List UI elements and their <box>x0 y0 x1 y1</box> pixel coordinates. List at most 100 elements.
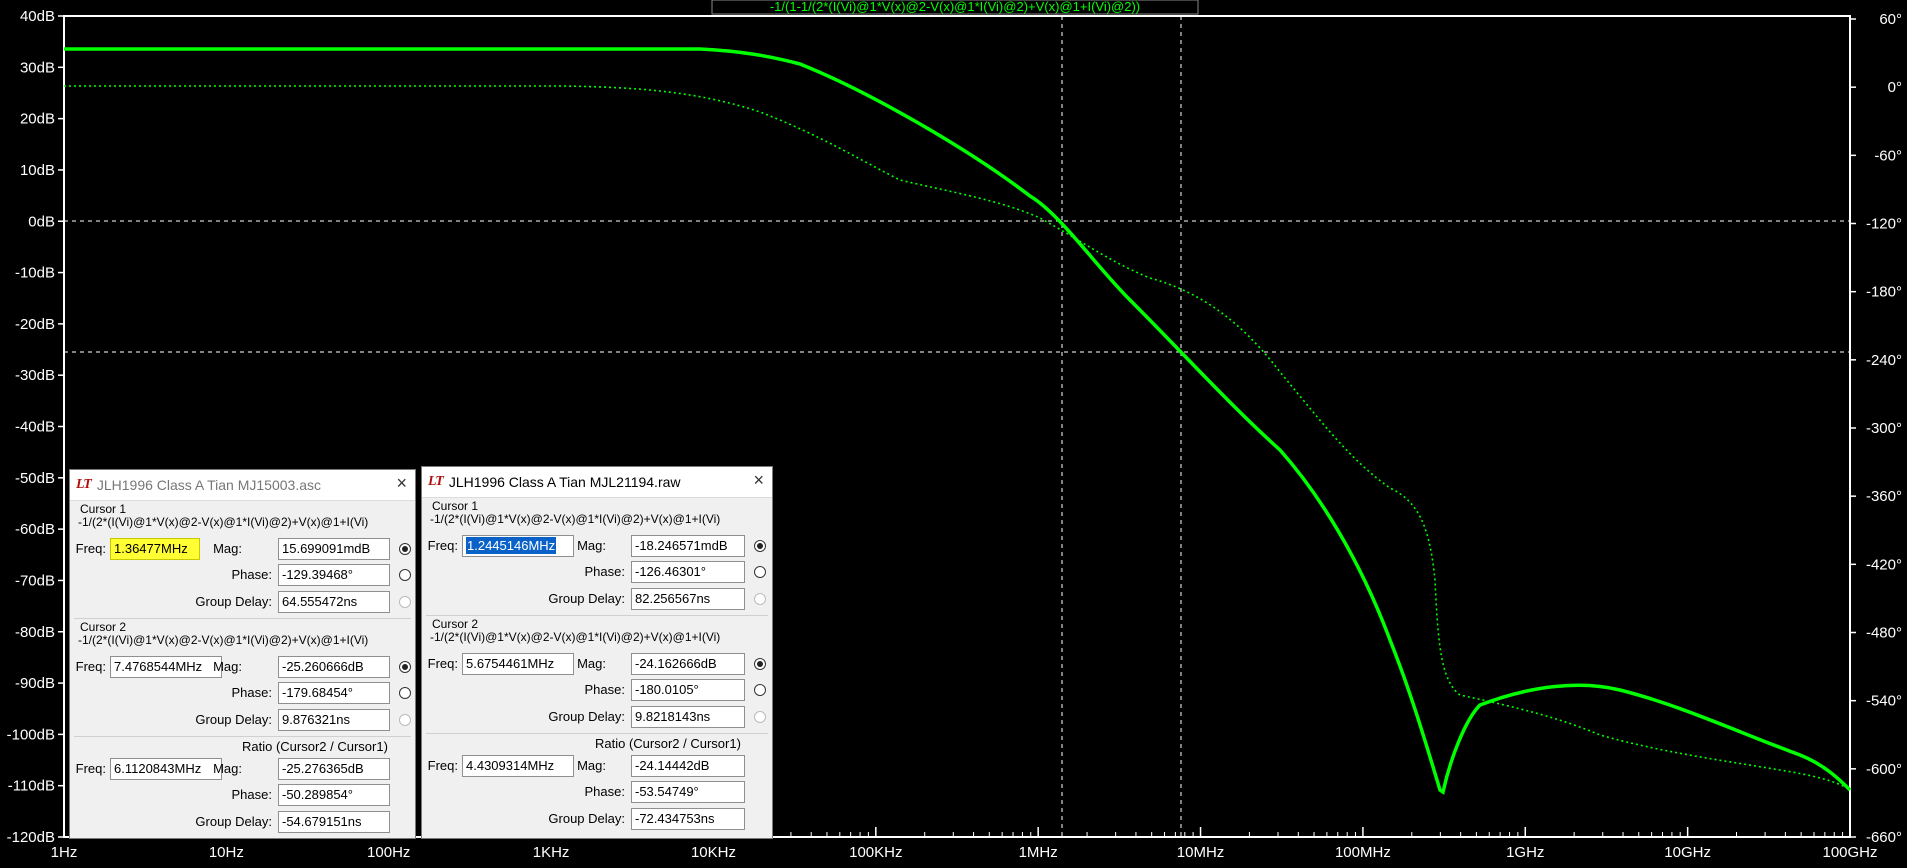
x-axis-label: 10MHz <box>1177 844 1225 861</box>
left-axis-label: -80dB <box>15 624 55 641</box>
cursor1-gd-field[interactable]: 64.555472ns <box>278 591 390 613</box>
left-axis-label: -90dB <box>15 675 55 692</box>
cursor1-phase-radio[interactable] <box>754 566 766 578</box>
right-axis-label: -180° <box>1866 284 1902 301</box>
close-icon[interactable]: × <box>753 470 764 491</box>
cursor2-mag-field[interactable]: -24.162666dB <box>631 653 745 675</box>
ratio-mag-label: Mag: <box>213 761 242 776</box>
right-axis-label: -60° <box>1874 147 1902 164</box>
cursor2-phase-field[interactable]: -179.68454° <box>278 682 390 704</box>
x-axis-label: 100KHz <box>849 844 902 861</box>
left-axis-label: -20dB <box>15 316 55 333</box>
cursor2-phase-radio[interactable] <box>399 687 411 699</box>
close-icon[interactable]: × <box>396 473 407 494</box>
ratio-mag-field[interactable]: -25.276365dB <box>278 758 390 780</box>
left-axis-label: -10dB <box>15 265 55 282</box>
cursor2-gd-field[interactable]: 9.876321ns <box>278 709 390 731</box>
left-axis-label: 10dB <box>20 162 55 179</box>
cursor-window-mjl21194[interactable]: LT JLH1996 Class A Tian MJL21194.raw × C… <box>421 466 773 839</box>
window-title: JLH1996 Class A Tian MJL21194.raw <box>448 474 681 490</box>
cursor1-mag-radio[interactable] <box>399 543 411 555</box>
left-axis-label: 20dB <box>20 111 55 128</box>
cursor2-freq-field[interactable]: 5.6754461MHz <box>462 653 574 675</box>
right-axis-label: -120° <box>1866 216 1902 233</box>
ratio-gd-field[interactable]: -72.434753ns <box>631 808 745 830</box>
ratio-mag-field[interactable]: -24.14442dB <box>631 755 745 777</box>
left-axis-label: -40dB <box>15 419 55 436</box>
cursor1-freq-field[interactable]: 1.36477MHz <box>110 538 200 560</box>
cursor2-mag-label: Mag: <box>577 656 606 671</box>
cursor1-mag-radio[interactable] <box>754 540 766 552</box>
window-titlebar[interactable]: LT JLH1996 Class A Tian MJL21194.raw × <box>422 467 772 498</box>
cursor1-gd-radio[interactable] <box>754 593 766 605</box>
ratio-phase-label: Phase: <box>584 784 625 799</box>
cursor1-gd-field[interactable]: 82.256567ns <box>631 588 745 610</box>
ratio-phase-field[interactable]: -53.54749° <box>631 781 745 803</box>
left-axis-label: -30dB <box>15 367 55 384</box>
cursor2-mag-field[interactable]: -25.260666dB <box>278 656 390 678</box>
cursor1-expression: -1/(2*(I(Vi)@1*V(x)@2-V(x)@1*I(Vi)@2)+V(… <box>78 515 369 529</box>
right-axis-label: 60° <box>1879 11 1902 28</box>
cursor1-phase-radio[interactable] <box>399 569 411 581</box>
ratio-phase-field[interactable]: -50.289854° <box>278 784 390 806</box>
right-axis-label: -540° <box>1866 693 1902 710</box>
cursor1-freq-selection: 1.2445146MHz <box>466 537 557 554</box>
cursor2-mag-radio[interactable] <box>399 661 411 673</box>
cursor1-phase-label: Phase: <box>231 567 272 582</box>
x-axis-label: 10KHz <box>691 844 736 861</box>
cursor1-gd-radio[interactable] <box>399 596 411 608</box>
left-axis-label: 40dB <box>20 8 55 25</box>
cursor1-freq-label: Freq: <box>427 538 458 553</box>
cursor1-mag-field[interactable]: 15.699091mdB <box>278 538 390 560</box>
cursor2-phase-field[interactable]: -180.0105° <box>631 679 745 701</box>
cursor2-gd-label: Group Delay: <box>195 712 272 727</box>
left-axis-label: -120dB <box>7 829 55 846</box>
cursor1-mag-field[interactable]: -18.246571mdB <box>631 535 745 557</box>
x-axis-label: 100Hz <box>367 844 410 861</box>
left-axis-label: -70dB <box>15 572 55 589</box>
cursor2-header: Cursor 2 <box>80 620 127 634</box>
ratio-gd-label: Group Delay: <box>195 814 272 829</box>
ratio-freq-label: Freq: <box>75 761 106 776</box>
left-axis-label: -100dB <box>7 726 55 743</box>
cursor1-expression: -1/(2*(I(Vi)@1*V(x)@2-V(x)@1*I(Vi)@2)+V(… <box>430 512 721 526</box>
cursor2-gd-radio[interactable] <box>754 711 766 723</box>
cursor2-phase-radio[interactable] <box>754 684 766 696</box>
x-axis-label: 1MHz <box>1019 844 1058 861</box>
cursor1-freq-field[interactable]: 1.2445146MHz <box>462 535 574 557</box>
ratio-gd-field[interactable]: -54.679151ns <box>278 811 390 833</box>
cursor2-section: Cursor 2 -1/(2*(I(Vi)@1*V(x)@2-V(x)@1*I(… <box>70 618 415 734</box>
cursor2-gd-label: Group Delay: <box>548 709 625 724</box>
x-axis-label: 1KHz <box>533 844 570 861</box>
cursor2-freq-label: Freq: <box>427 656 458 671</box>
x-axis-label: 10GHz <box>1664 844 1711 861</box>
cursor1-phase-field[interactable]: -126.46301° <box>631 561 745 583</box>
x-axis-label: 100GHz <box>1822 844 1877 861</box>
cursor1-freq-label: Freq: <box>75 541 106 556</box>
left-axis-label: -50dB <box>15 470 55 487</box>
cursor2-mag-label: Mag: <box>213 659 242 674</box>
ratio-section: Ratio (Cursor2 / Cursor1) Freq: 4.430931… <box>422 733 772 837</box>
cursor2-header: Cursor 2 <box>432 617 479 631</box>
cursor1-gd-label: Group Delay: <box>195 594 272 609</box>
cursor1-phase-field[interactable]: -129.39468° <box>278 564 390 586</box>
cursor2-phase-label: Phase: <box>584 682 625 697</box>
ltspice-logo-icon: LT <box>428 474 444 489</box>
window-titlebar[interactable]: LT JLH1996 Class A Tian MJ15003.asc × <box>70 470 415 501</box>
cursor2-gd-field[interactable]: 9.8218143ns <box>631 706 745 728</box>
right-axis-label: -600° <box>1866 761 1902 778</box>
plot-expression[interactable]: -1/(1-1/(2*(I(Vi)@1*V(x)@2-V(x)@1*I(Vi)@… <box>770 0 1140 14</box>
cursor1-mag-label: Mag: <box>213 541 242 556</box>
left-axis-label: -60dB <box>15 521 55 538</box>
cursor1-phase-label: Phase: <box>584 564 625 579</box>
ratio-phase-label: Phase: <box>231 787 272 802</box>
ratio-freq-field[interactable]: 4.4309314MHz <box>462 755 574 777</box>
cursor2-section: Cursor 2 -1/(2*(I(Vi)@1*V(x)@2-V(x)@1*I(… <box>422 615 772 731</box>
cursor2-mag-radio[interactable] <box>754 658 766 670</box>
x-axis-label: 1Hz <box>51 844 78 861</box>
x-axis-label: 1GHz <box>1506 844 1544 861</box>
cursor2-gd-radio[interactable] <box>399 714 411 726</box>
cursor-window-mj15003[interactable]: LT JLH1996 Class A Tian MJ15003.asc × Cu… <box>69 469 416 839</box>
left-axis-label: -110dB <box>8 778 55 795</box>
left-axis-label: 30dB <box>20 59 55 76</box>
